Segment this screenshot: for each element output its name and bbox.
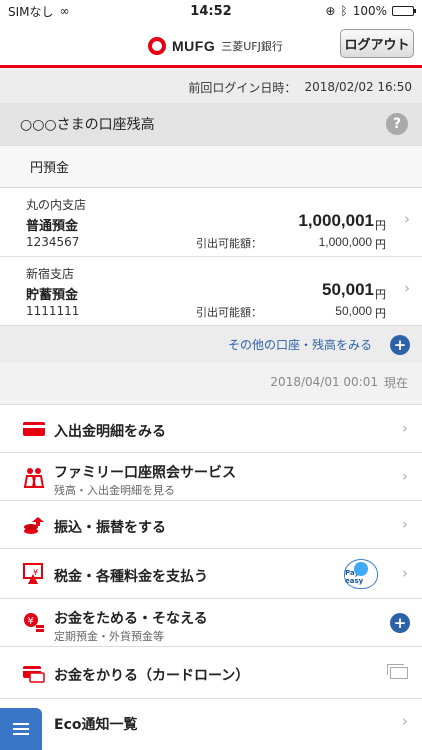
balance-section-title: ○○○さまの口座残高 ? (0, 103, 422, 145)
battery-icon (392, 6, 416, 16)
account-branch: 丸の内支店 (26, 198, 87, 212)
as-of-date: 2018/04/01 00:01 (270, 375, 378, 389)
logo-subtext: 三菱UFJ銀行 (221, 40, 283, 53)
yen-unit: 円 (375, 288, 386, 301)
account-type: 普通預金 (26, 219, 79, 234)
available-amount: 50,000 (335, 304, 372, 318)
menu-item-label: お金をためる・そなえる (54, 611, 208, 627)
family-icon (22, 465, 46, 489)
menu-item-transaction-history[interactable]: 入出金明細をみる › (0, 404, 422, 452)
account-balance: 50,001 (322, 280, 374, 299)
menu-item-label: お金をかりる（カードローン） (54, 668, 250, 684)
yen-unit: 円 (375, 307, 386, 320)
card-icon (22, 417, 46, 441)
balance-title-text: ○○○さまの口座残高 (20, 117, 155, 133)
bill-payment-icon: ¥ (22, 562, 46, 586)
available-label: 引出可能額： (196, 237, 262, 250)
bluetooth-icon: ᛒ (340, 4, 348, 18)
chevron-right-icon: › (404, 210, 410, 228)
yen-unit: 円 (375, 219, 386, 232)
last-login-label: 前回ログイン日時： (188, 80, 297, 95)
menu-item-label: 税金・各種料金を支払う (54, 569, 208, 585)
menu-item-label: ファミリー口座照会サービス (54, 465, 236, 481)
account-balance: 1,000,001 (298, 211, 374, 230)
other-accounts-link[interactable]: その他の口座・残高をみる + (0, 325, 422, 363)
menu-item-sublabel: 定期預金・外貨預金等 (54, 630, 164, 643)
account-branch: 新宿支店 (26, 267, 75, 281)
hamburger-menu-button[interactable] (0, 708, 42, 750)
chevron-right-icon: › (402, 564, 408, 582)
mufg-logo-mark-icon (148, 37, 166, 55)
carrier-label: SIMなし (8, 4, 54, 19)
available-amount: 1,000,000 (318, 235, 372, 249)
yen-unit: 円 (375, 238, 386, 251)
other-accounts-label: その他の口座・残高をみる (227, 338, 372, 352)
mufg-logo: MUFG 三菱UFJ銀行 (148, 37, 283, 55)
transfer-coins-icon (22, 513, 46, 537)
menu-item-transfer[interactable]: 振込・振替をする › (0, 500, 422, 548)
menu-item-card-loan[interactable]: お金をかりる（カードローン） (0, 646, 422, 698)
last-login-value: 2018/02/02 16:50 (304, 80, 412, 94)
svg-text:¥: ¥ (28, 616, 34, 627)
account-number: 1234567 (26, 235, 80, 249)
chevron-right-icon: › (402, 515, 408, 533)
as-of-suffix: 現在 (383, 375, 408, 390)
logout-button[interactable]: ログアウト (340, 29, 414, 58)
account-row[interactable]: 丸の内支店 普通預金 1234567 1,000,001 円 引出可能額： 1,… (0, 187, 422, 256)
as-of-timestamp: 2018/04/01 00:01 現在 (0, 363, 422, 401)
last-login-bar: 前回ログイン日時： 2018/02/02 16:50 (0, 71, 422, 103)
menu-item-label: 入出金明細をみる (54, 424, 166, 440)
loan-card-icon (22, 661, 46, 685)
plus-icon[interactable]: + (390, 334, 410, 355)
chevron-right-icon: › (402, 712, 408, 730)
menu-item-eco-notice[interactable]: Eco通知一覧 › (0, 698, 422, 750)
chevron-right-icon: › (404, 279, 410, 297)
external-window-icon (387, 664, 408, 679)
menu-item-label: Eco通知一覧 (54, 717, 138, 733)
help-icon[interactable]: ? (386, 113, 408, 135)
chevron-right-icon: › (402, 467, 408, 485)
account-type: 貯蓄預金 (26, 288, 79, 303)
menu-item-savings[interactable]: ¥ お金をためる・そなえる 定期預金・外貨預金等 + (0, 598, 422, 646)
logo-text: MUFG (172, 38, 216, 54)
chevron-right-icon: › (402, 419, 408, 437)
menu-item-label: 振込・振替をする (54, 520, 166, 536)
available-label: 引出可能額： (196, 306, 262, 319)
orientation-lock-icon: ⊕ (325, 4, 336, 18)
svg-text:¥: ¥ (33, 568, 38, 577)
plus-icon[interactable]: + (390, 613, 410, 633)
menu-item-family-account[interactable]: ファミリー口座照会サービス 残高・入出金明細を見る › (0, 452, 422, 500)
menu-item-pay-taxes[interactable]: ¥ 税金・各種料金を支払う Pay-easy › (0, 548, 422, 598)
hamburger-icon (13, 723, 29, 735)
account-row[interactable]: 新宿支店 貯蓄預金 1111111 50,001 円 引出可能額： 50,000… (0, 256, 422, 325)
pay-easy-logo: Pay-easy (344, 559, 378, 589)
menu-item-sublabel: 残高・入出金明細を見る (54, 484, 175, 497)
yen-coins-icon: ¥ (22, 611, 46, 635)
status-bar: SIMなし ∞ 14:52 ⊕ ᛒ 100% (0, 0, 422, 22)
yen-deposit-header: 円預金 (0, 145, 422, 187)
link-icon: ∞ (59, 4, 70, 18)
app-header: MUFG 三菱UFJ銀行 ログアウト (0, 22, 422, 68)
account-number: 1111111 (26, 304, 80, 318)
battery-percent: 100% (352, 4, 387, 18)
